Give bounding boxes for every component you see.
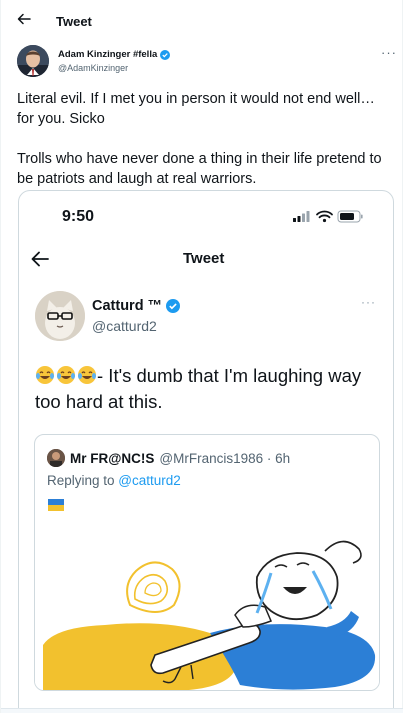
verified-badge-icon [160, 49, 171, 60]
status-icons [293, 210, 363, 223]
screenshot-title: Tweet [183, 250, 225, 267]
laughing-emoji-icon [36, 366, 54, 384]
back-arrow-icon[interactable] [17, 12, 31, 26]
signal-icon [293, 211, 310, 222]
author-name-row[interactable]: Adam Kinzinger #fella [58, 49, 171, 60]
more-options-icon: ··· [361, 295, 376, 309]
laughing-emoji-icon [78, 366, 96, 384]
top-bar: Tweet [1, 0, 403, 38]
ukraine-flag-icon [48, 499, 64, 511]
page-title: Tweet [56, 14, 92, 29]
tweet-page: Tweet Adam Kinzinger #fella @AdamKinzing… [0, 0, 403, 713]
avatar [47, 449, 65, 467]
quoted-author-meta: @MrFrancis1986 · 6h [159, 450, 291, 466]
bottom-divider [1, 708, 403, 713]
replying-to-label: Replying to [47, 473, 119, 488]
battery-icon [337, 210, 363, 223]
author-name[interactable]: Adam Kinzinger #fella [58, 49, 157, 60]
wifi-icon [316, 210, 333, 223]
screenshot-author-name: Catturd ™ [92, 298, 163, 314]
attached-screenshot[interactable]: 9:50 Tweet Catturd ™ @catturd2 ··· - It'… [18, 190, 394, 713]
replying-to-handle: @catturd2 [118, 473, 181, 488]
quoted-tweet: Mr FR@NC!S @MrFrancis1986 · 6h Replying … [34, 434, 380, 691]
avatar [35, 291, 85, 341]
quoted-tweet-header: Mr FR@NC!S @MrFrancis1986 · 6h [47, 448, 377, 468]
tweet-paragraph: Trolls who have never done a thing in th… [17, 151, 382, 187]
screenshot-tweet-text: - It's dumb that I'm laughing way too ha… [35, 363, 380, 415]
author-handle[interactable]: @AdamKinzinger [58, 63, 128, 73]
screenshot-author-handle: @catturd2 [92, 318, 157, 334]
laughing-emoji-group [35, 365, 97, 385]
screenshot-author: Catturd ™ @catturd2 ··· [35, 291, 385, 341]
tweet-paragraph: Literal evil. If I met you in person it … [17, 91, 375, 127]
quoted-author-name: Mr FR@NC!S [70, 450, 155, 466]
phone-time: 9:50 [62, 208, 95, 225]
verified-badge-icon [166, 299, 181, 313]
back-arrow-icon [31, 251, 49, 267]
avatar[interactable] [17, 45, 49, 77]
meme-image [35, 515, 379, 690]
screenshot-author-name-row: Catturd ™ [92, 298, 181, 314]
laughing-emoji-icon [57, 366, 75, 384]
screenshot-nav: Tweet [19, 241, 393, 279]
phone-status-bar: 9:50 [19, 191, 393, 241]
replying-to: Replying to @catturd2 [47, 473, 181, 488]
tweet-author: Adam Kinzinger #fella @AdamKinzinger ··· [17, 45, 396, 81]
more-options-icon[interactable]: ··· [381, 45, 397, 60]
